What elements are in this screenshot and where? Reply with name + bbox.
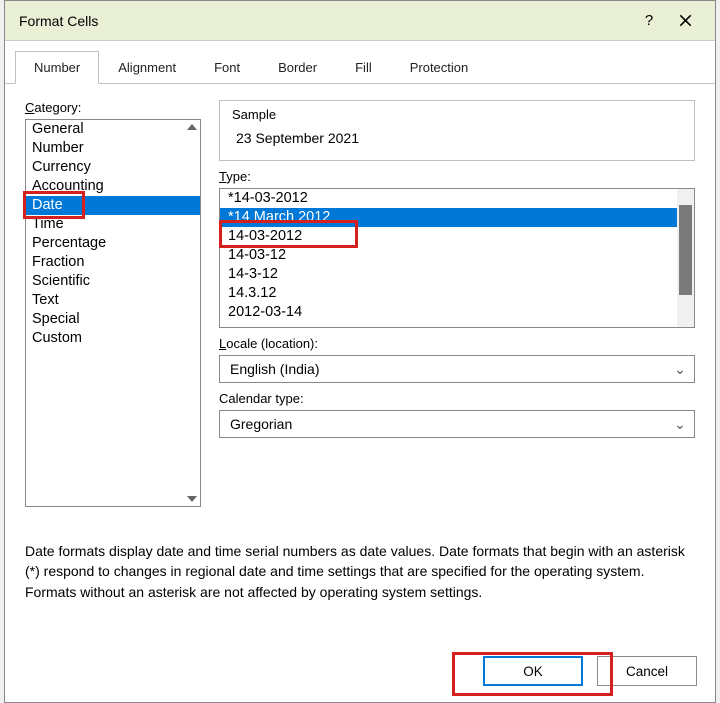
dialog-footer: OK Cancel <box>5 646 715 702</box>
tab-protection[interactable]: Protection <box>391 51 488 84</box>
type-item[interactable]: 14-03-12 <box>220 246 694 265</box>
tab-alignment[interactable]: Alignment <box>99 51 195 84</box>
category-item-general[interactable]: General <box>26 120 200 139</box>
category-scrollbar[interactable] <box>186 122 198 504</box>
type-item[interactable]: 14-3-12 <box>220 265 694 284</box>
tab-strip: Number Alignment Font Border Fill Protec… <box>5 41 715 84</box>
locale-label: Locale (location): <box>219 336 695 351</box>
tab-label: Font <box>214 60 240 75</box>
category-item-scientific[interactable]: Scientific <box>26 272 200 291</box>
tab-number[interactable]: Number <box>15 51 99 84</box>
type-item[interactable]: *14-03-2012 <box>220 189 694 208</box>
category-item-date[interactable]: Date <box>26 196 200 215</box>
type-item[interactable]: 2012-03-14 <box>220 303 694 322</box>
category-item-number[interactable]: Number <box>26 139 200 158</box>
tab-label: Protection <box>410 60 469 75</box>
category-item-custom[interactable]: Custom <box>26 329 200 348</box>
ok-button[interactable]: OK <box>483 656 583 686</box>
sample-group: Sample 23 September 2021 <box>219 100 695 161</box>
tab-label: Fill <box>355 60 372 75</box>
sample-value: 23 September 2021 <box>232 124 682 146</box>
locale-combo[interactable]: English (India) ⌄ <box>219 355 695 383</box>
calendar-combo[interactable]: Gregorian ⌄ <box>219 410 695 438</box>
sample-label: Sample <box>232 107 682 122</box>
tab-label: Alignment <box>118 60 176 75</box>
category-listbox[interactable]: General Number Currency Accounting Date … <box>25 119 201 507</box>
close-button[interactable] <box>667 6 703 36</box>
tab-border[interactable]: Border <box>259 51 336 84</box>
type-item[interactable]: 14-03-2012 <box>220 227 694 246</box>
category-item-percentage[interactable]: Percentage <box>26 234 200 253</box>
type-label: Type: <box>219 169 695 184</box>
type-scrollbar[interactable] <box>677 189 694 327</box>
type-item[interactable]: *14 March 2012 <box>220 208 694 227</box>
close-icon <box>679 14 692 27</box>
category-label: Category: <box>25 100 201 115</box>
window-title: Format Cells <box>19 13 631 29</box>
titlebar: Format Cells ? <box>5 1 715 41</box>
type-listbox[interactable]: *14-03-2012 *14 March 2012 14-03-2012 14… <box>219 188 695 328</box>
locale-value: English (India) <box>230 361 320 377</box>
dialog-body: Category: General Number Currency Accoun… <box>5 84 715 646</box>
chevron-down-icon: ⌄ <box>672 361 688 378</box>
scroll-up-icon <box>187 124 197 130</box>
button-label: Cancel <box>626 664 668 679</box>
tab-label: Border <box>278 60 317 75</box>
category-item-fraction[interactable]: Fraction <box>26 253 200 272</box>
format-cells-dialog: Format Cells ? Number Alignment Font Bor… <box>4 0 716 703</box>
description-text: Date formats display date and time seria… <box>25 541 685 602</box>
tab-fill[interactable]: Fill <box>336 51 391 84</box>
tab-label: Number <box>34 60 80 75</box>
button-label: OK <box>523 664 543 679</box>
category-item-text[interactable]: Text <box>26 291 200 310</box>
category-item-currency[interactable]: Currency <box>26 158 200 177</box>
help-button[interactable]: ? <box>631 6 667 36</box>
category-item-accounting[interactable]: Accounting <box>26 177 200 196</box>
scrollbar-thumb[interactable] <box>679 205 692 295</box>
category-item-special[interactable]: Special <box>26 310 200 329</box>
calendar-value: Gregorian <box>230 416 292 432</box>
category-item-time[interactable]: Time <box>26 215 200 234</box>
tab-font[interactable]: Font <box>195 51 259 84</box>
scroll-down-icon <box>187 496 197 502</box>
calendar-label: Calendar type: <box>219 391 695 406</box>
chevron-down-icon: ⌄ <box>672 416 688 433</box>
type-item[interactable]: 14.3.12 <box>220 284 694 303</box>
cancel-button[interactable]: Cancel <box>597 656 697 686</box>
